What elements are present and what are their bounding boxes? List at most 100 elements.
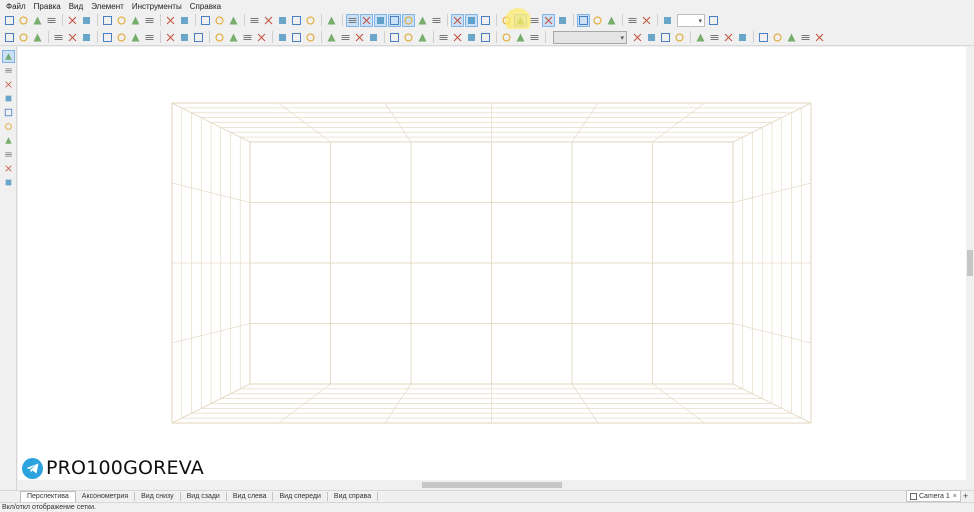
camera-icon[interactable] (799, 31, 812, 44)
door-icon[interactable] (500, 31, 513, 44)
open-file-icon[interactable] (17, 14, 30, 27)
zoom-combo[interactable]: ▾ (677, 13, 705, 27)
save-as-icon[interactable] (45, 14, 58, 27)
settings-icon[interactable] (813, 31, 826, 44)
snap-edge-icon[interactable] (605, 14, 618, 27)
handle-icon[interactable] (465, 31, 478, 44)
tab-4[interactable]: Вид слева (227, 492, 274, 501)
copy-icon[interactable] (115, 14, 128, 27)
cut-icon[interactable] (101, 14, 114, 27)
scale-icon[interactable] (722, 31, 735, 44)
flip-h-icon[interactable] (164, 31, 177, 44)
panel-tool-icon[interactable] (2, 78, 15, 91)
view-3d-icon[interactable] (388, 13, 401, 27)
rotate-right-icon[interactable] (143, 31, 156, 44)
target-icon[interactable] (640, 14, 653, 27)
tab-5[interactable]: Вид спереди (273, 492, 328, 501)
menu-element[interactable]: Элемент (87, 2, 128, 11)
3d-viewport[interactable] (18, 47, 966, 480)
cut-panel-icon[interactable] (402, 31, 415, 44)
add-camera-icon[interactable]: + (963, 491, 968, 501)
ellipse-icon[interactable] (771, 31, 784, 44)
magnet-icon[interactable] (626, 14, 639, 27)
divider-icon[interactable] (528, 31, 541, 44)
align-middle-icon[interactable] (66, 31, 79, 44)
rotate-3d-icon[interactable] (659, 31, 672, 44)
materials-icon[interactable] (276, 14, 289, 27)
transform-icon[interactable] (708, 31, 721, 44)
close-icon[interactable]: × (953, 493, 957, 500)
align-right-icon[interactable] (31, 31, 44, 44)
dimensions-icon[interactable] (227, 14, 240, 27)
insert-icon[interactable] (2, 64, 15, 77)
highlight-icon[interactable] (290, 14, 303, 27)
knife-icon[interactable] (2, 120, 15, 133)
panel-icon[interactable] (388, 31, 401, 44)
group-icon[interactable] (213, 31, 226, 44)
manual-icon[interactable] (325, 14, 338, 27)
view-top-icon[interactable] (360, 13, 373, 27)
cube-wire-icon[interactable] (416, 14, 429, 27)
align-top-icon[interactable] (52, 31, 65, 44)
tab-0[interactable]: Перспектива (20, 491, 76, 502)
pointer-icon[interactable] (1, 50, 15, 63)
grid-toggle-icon[interactable] (451, 13, 464, 27)
edge-icon[interactable] (367, 31, 380, 44)
distribute-h-icon[interactable] (101, 31, 114, 44)
measure-tool-icon[interactable] (2, 176, 15, 189)
find-icon[interactable] (248, 14, 261, 27)
bevel-icon[interactable] (353, 31, 366, 44)
distribute-v-icon[interactable] (115, 31, 128, 44)
tab-2[interactable]: Вид снизу (135, 492, 181, 501)
section-icon[interactable] (542, 13, 555, 27)
line-tool-icon[interactable] (2, 92, 15, 105)
horizontal-scroll-thumb[interactable] (422, 482, 562, 488)
mirror-icon[interactable] (192, 31, 205, 44)
render-icon[interactable] (465, 13, 478, 27)
move-icon[interactable] (556, 14, 569, 27)
cube-icon[interactable] (402, 13, 415, 27)
zoom-out-icon[interactable] (707, 14, 720, 27)
tab-3[interactable]: Вид сзади (181, 492, 227, 501)
menu-tools[interactable]: Инструменты (128, 2, 186, 11)
delete-icon[interactable] (143, 14, 156, 27)
move-up-icon[interactable] (276, 31, 289, 44)
vertical-scroll-thumb[interactable] (967, 250, 973, 276)
align-left-icon[interactable] (3, 31, 16, 44)
rotate-left-icon[interactable] (129, 31, 142, 44)
join-icon[interactable] (325, 31, 338, 44)
grid-align-icon[interactable] (631, 31, 644, 44)
paste-icon[interactable] (129, 14, 142, 27)
hinge-icon[interactable] (451, 31, 464, 44)
lock-icon[interactable] (241, 31, 254, 44)
cube-solid-icon[interactable] (430, 14, 443, 27)
copy-format-icon[interactable] (645, 31, 658, 44)
snap-icon[interactable] (577, 13, 590, 27)
redo-icon[interactable] (178, 14, 191, 27)
ungroup-icon[interactable] (227, 31, 240, 44)
drill-icon[interactable] (416, 31, 429, 44)
drawer-icon[interactable] (479, 31, 492, 44)
material-select[interactable]: ▾ (553, 30, 627, 44)
cross-icon[interactable] (736, 31, 749, 44)
light-bulb-icon[interactable] (479, 14, 492, 27)
edge-tool-icon[interactable] (2, 148, 15, 161)
frame-icon[interactable] (694, 31, 707, 44)
shelf-icon[interactable] (514, 31, 527, 44)
view-side-icon[interactable] (374, 13, 387, 27)
snap-point-icon[interactable] (591, 14, 604, 27)
properties-icon[interactable] (199, 14, 212, 27)
view-front-icon[interactable] (346, 13, 359, 27)
zoom-icon[interactable] (661, 14, 674, 27)
tab-1[interactable]: Аксонометрия (76, 492, 136, 501)
camera-tab[interactable]: Camera 1 × (906, 490, 961, 502)
link-icon[interactable] (785, 31, 798, 44)
vertical-scrollbar[interactable] (966, 47, 974, 480)
new-file-icon[interactable] (3, 14, 16, 27)
fasten-icon[interactable] (437, 31, 450, 44)
print-icon[interactable] (66, 14, 79, 27)
horizontal-scrollbar[interactable] (18, 480, 966, 490)
save-icon[interactable] (31, 14, 44, 27)
menu-help[interactable]: Справка (186, 2, 225, 11)
pencil-icon[interactable] (2, 106, 15, 119)
